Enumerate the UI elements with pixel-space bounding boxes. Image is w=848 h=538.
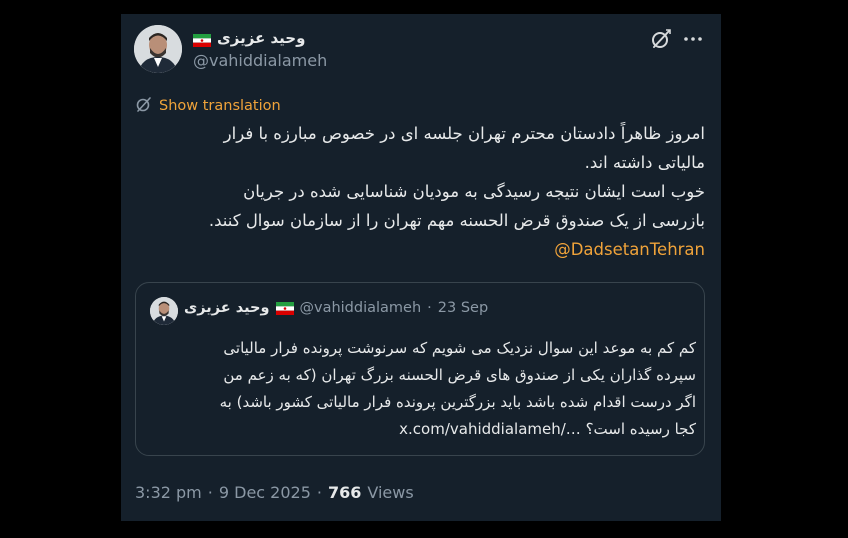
quoted-date: 23 Sep: [437, 300, 489, 316]
iran-flag-icon: [275, 301, 294, 315]
tweet-meta: 3:32 pm · 9 Dec 2025 · 766 Views: [135, 483, 414, 502]
author-name-row[interactable]: وحید عزیزی: [193, 27, 305, 49]
separator-dot: ·: [207, 483, 213, 502]
author-display-name: وحید عزیزی: [217, 29, 306, 47]
tweet-date[interactable]: 9 Dec 2025: [219, 483, 311, 502]
views-label: Views: [367, 483, 414, 502]
more-icon[interactable]: [681, 27, 705, 51]
views-count[interactable]: 766: [328, 483, 361, 502]
separator-dot: ·: [316, 483, 322, 502]
author-handle[interactable]: @vahiddialameh: [193, 51, 327, 70]
quoted-author-avatar[interactable]: [150, 297, 178, 325]
tweet-line: مالیاتی داشته اند.: [584, 153, 705, 172]
quoted-display-name: وحید عزیزی: [184, 300, 270, 316]
tweet-line: امروز ظاهراً دادستان محترم تهران جلسه ای…: [223, 124, 705, 143]
mention-link[interactable]: @DadsetanTehran: [554, 240, 705, 259]
quoted-text: کم کم به موعد این سوال نزدیک می شویم که …: [150, 335, 696, 443]
grok-icon[interactable]: [649, 27, 673, 51]
quoted-handle: @vahiddialameh: [299, 300, 422, 316]
iran-flag-icon: [193, 32, 211, 47]
tweet-text: امروز ظاهراً دادستان محترم تهران جلسه ای…: [135, 119, 705, 264]
tweet-time[interactable]: 3:32 pm: [135, 483, 202, 502]
show-translation-button[interactable]: Show translation: [135, 95, 281, 117]
quoted-line: سپرده گذاران یکی از صندوق های قرض الحسنه…: [223, 366, 696, 384]
quoted-header: وحید عزیزی @vahiddialameh · 23 Sep: [184, 300, 488, 316]
author-avatar[interactable]: [134, 25, 182, 73]
quoted-link[interactable]: x.com/vahiddialameh/…: [399, 420, 581, 438]
quoted-line: اگر درست اقدام شده باشد باید بزرگترین پر…: [219, 393, 696, 411]
quoted-tweet[interactable]: وحید عزیزی @vahiddialameh · 23 Sep کم کم…: [135, 282, 705, 456]
quoted-line: کم کم به موعد این سوال نزدیک می شویم که …: [223, 339, 696, 357]
tweet-line: بازرسی از یک صندوق قرض الحسنه مهم تهران …: [208, 211, 705, 230]
tweet-line: خوب است ایشان نتیجه رسیدگی به مودیان شنا…: [243, 182, 705, 201]
tweet-card: وحید عزیزی @vahiddialameh Show translati…: [121, 14, 721, 521]
quoted-line: کجا رسیده است؟: [585, 420, 696, 438]
separator-dot: ·: [427, 300, 432, 316]
translate-icon: [135, 95, 153, 117]
show-translation-label: Show translation: [159, 98, 281, 114]
